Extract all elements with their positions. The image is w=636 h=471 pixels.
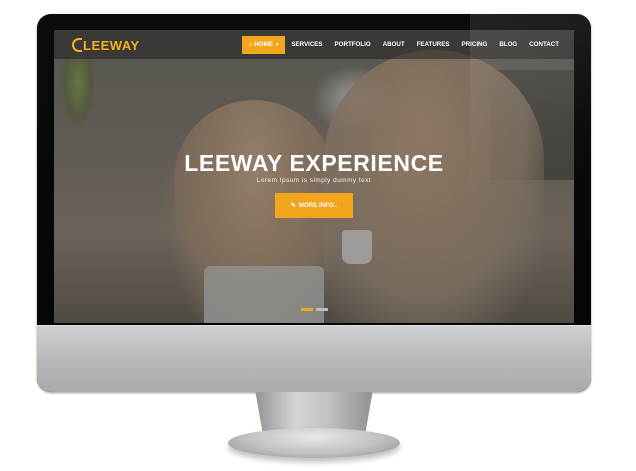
monitor-chin — [37, 325, 591, 392]
slider-dot-2[interactable] — [316, 308, 328, 311]
slider-pagination — [301, 308, 328, 311]
more-info-label: MORE INFO.. — [298, 202, 338, 209]
nav-item-label: HOME — [254, 41, 273, 48]
nav-item-contact[interactable]: CONTACT — [523, 36, 565, 54]
slider-dot-1[interactable] — [301, 308, 313, 311]
nav-item-services[interactable]: SERVICES — [285, 36, 328, 54]
monitor-stand-base — [228, 428, 400, 458]
nav-item-features[interactable]: FEATURES — [411, 36, 456, 54]
logo-text: LEEWAY — [83, 37, 140, 53]
nav-item-pricing[interactable]: PRICING — [456, 36, 494, 54]
hero-subtitle: Lorem Ipsum is simply dummy text — [256, 177, 372, 184]
main-menu: ⌂ HOME ▾ SERVICES PORTFOLIO ABOUT FEATUR… — [241, 36, 565, 54]
edit-icon: ✎ — [290, 203, 296, 209]
chevron-down-icon: ▾ — [275, 42, 279, 48]
site-logo[interactable]: LEEWAY — [72, 36, 140, 54]
nav-item-home[interactable]: ⌂ HOME ▾ — [241, 36, 286, 54]
logo-mark-icon — [72, 38, 82, 52]
more-info-button[interactable]: ✎ MORE INFO.. — [275, 193, 353, 218]
nav-item-portfolio[interactable]: PORTFOLIO — [329, 36, 377, 54]
nav-item-about[interactable]: ABOUT — [377, 36, 411, 54]
home-icon: ⌂ — [248, 42, 253, 48]
nav-item-blog[interactable]: BLOG — [493, 36, 523, 54]
hero-title: LEEWAY EXPERIENCE — [184, 150, 444, 176]
website-screen: LEEWAY ⌂ HOME ▾ SERVICES PORTFOLIO ABOUT… — [54, 30, 574, 323]
navbar: LEEWAY ⌂ HOME ▾ SERVICES PORTFOLIO ABOUT… — [54, 30, 574, 59]
